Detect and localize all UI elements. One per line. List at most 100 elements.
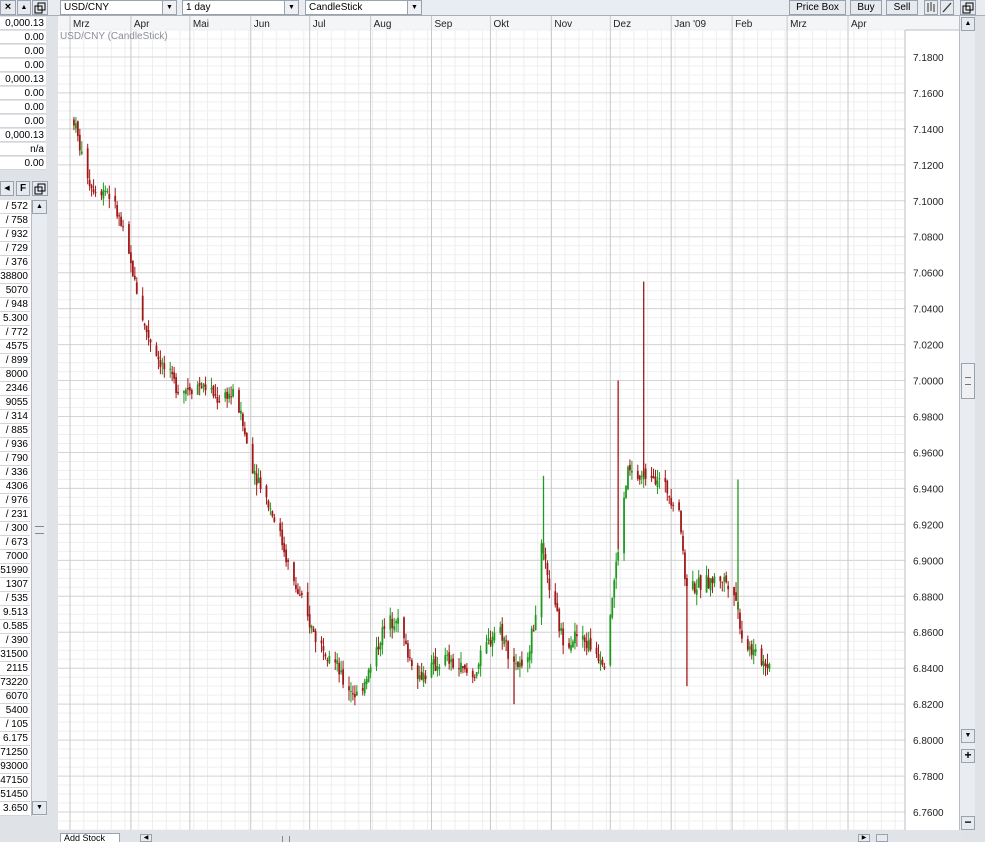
watchlist-row[interactable]: 3.650 xyxy=(0,802,30,816)
candle-body-up xyxy=(695,589,698,595)
watchlist-row[interactable]: / 885 xyxy=(0,424,30,438)
watchlist-row[interactable]: 71250 xyxy=(0,746,30,760)
candle-body-up xyxy=(375,647,378,667)
scroll-end-icon[interactable] xyxy=(876,834,888,842)
sell-button[interactable]: Sell xyxy=(886,0,918,15)
scroll-left-icon[interactable]: ◀ xyxy=(140,834,152,842)
watchlist-row[interactable]: 38800 xyxy=(0,270,30,284)
candle-body-down xyxy=(241,413,244,427)
watchlist-row[interactable]: / 300 xyxy=(0,522,30,536)
restore-window-icon[interactable] xyxy=(960,0,976,15)
add-stock-tab[interactable]: Add Stock xyxy=(60,833,120,842)
restore-window-icon[interactable] xyxy=(32,0,48,15)
watchlist-row[interactable]: 31500 xyxy=(0,648,30,662)
watchlist-row[interactable]: 9055 xyxy=(0,396,30,410)
interval-select[interactable]: 1 day ▼ xyxy=(182,0,299,15)
candle-body-down xyxy=(214,394,217,396)
scroll-left-icon[interactable]: ◀ xyxy=(0,181,14,196)
candle-body-down xyxy=(297,589,299,595)
candle-body-up xyxy=(491,636,494,647)
watchlist-row[interactable]: 93000 xyxy=(0,760,30,774)
candle-body-up xyxy=(503,637,506,645)
watchlist-row[interactable]: 5.300 xyxy=(0,312,30,326)
watchlist-row[interactable]: / 758 xyxy=(0,214,30,228)
candle-body-down xyxy=(434,656,437,671)
candle-body-down xyxy=(118,215,121,217)
candle-body-down xyxy=(216,396,219,403)
candle-body-down xyxy=(73,119,75,126)
watchlist-row[interactable]: 2115 xyxy=(0,662,30,676)
watchlist-row[interactable]: 51990 xyxy=(0,564,30,578)
watchlist-scrollbar[interactable]: ▲ ▼ xyxy=(31,200,47,816)
scroll-grip-icon[interactable] xyxy=(282,836,290,842)
scroll-up-icon[interactable]: ▲ xyxy=(961,17,975,31)
chart-type-select[interactable]: CandleStick ▼ xyxy=(305,0,422,15)
watchlist-row[interactable]: / 105 xyxy=(0,718,30,732)
zoom-out-icon[interactable]: − xyxy=(961,816,975,830)
watchlist-row[interactable]: / 899 xyxy=(0,354,30,368)
scroll-right-icon[interactable]: ▶ xyxy=(858,834,870,842)
symbol-select[interactable]: USD/CNY ▼ xyxy=(60,0,177,15)
watchlist-row[interactable]: 9.513 xyxy=(0,606,30,620)
restore-window-icon[interactable] xyxy=(32,181,48,196)
price-box-button[interactable]: Price Box xyxy=(789,0,846,15)
scroll-up-icon[interactable]: ▲ xyxy=(32,200,47,214)
chart-horizontal-scrollbar[interactable]: Add Stock ◀ ▶ xyxy=(58,830,963,842)
candle-body-up xyxy=(232,388,234,397)
watchlist-row[interactable]: 6.175 xyxy=(0,732,30,746)
watchlist-row[interactable]: 4306 xyxy=(0,480,30,494)
close-icon[interactable]: × xyxy=(0,0,16,15)
watchlist-row[interactable]: / 772 xyxy=(0,326,30,340)
candle-body-down xyxy=(575,634,578,637)
draw-line-icon[interactable] xyxy=(940,0,954,15)
watchlist-row[interactable]: / 314 xyxy=(0,410,30,424)
watchlist-row[interactable]: / 376 xyxy=(0,256,30,270)
candle-body-down xyxy=(163,363,166,370)
watchlist-row[interactable]: 5070 xyxy=(0,284,30,298)
chart-area[interactable]: 7.1800 7.1600 7.1400 7.1200 7.1000 7.0800 7.06… xyxy=(58,16,963,831)
watchlist-row[interactable]: 8000 xyxy=(0,368,30,382)
watchlist-row[interactable]: 2346 xyxy=(0,382,30,396)
watchlist-row[interactable]: / 976 xyxy=(0,494,30,508)
watchlist-row[interactable]: 1307 xyxy=(0,578,30,592)
watchlist-row[interactable]: 4575 xyxy=(0,340,30,354)
watchlist-row[interactable]: / 932 xyxy=(0,228,30,242)
watchlist-row[interactable]: / 948 xyxy=(0,298,30,312)
watchlist-row[interactable]: 0.585 xyxy=(0,620,30,634)
candlestick-chart[interactable]: 7.18007.16007.14007.12007.10007.08007.06… xyxy=(58,16,963,831)
candle-body-down xyxy=(680,510,682,533)
candle-body-up xyxy=(658,478,661,480)
watchlist-row[interactable]: / 231 xyxy=(0,508,30,522)
watchlist-row[interactable]: / 936 xyxy=(0,438,30,452)
buy-button[interactable]: Buy xyxy=(850,0,882,15)
watchlist-row[interactable]: 51450 xyxy=(0,788,30,802)
candle-body-up xyxy=(228,393,231,399)
candle-body-down xyxy=(295,584,297,590)
scroll-grip-icon[interactable] xyxy=(35,526,44,534)
candle-body-down xyxy=(725,575,728,583)
watchlist-row[interactable]: / 336 xyxy=(0,466,30,480)
watchlist-f-button[interactable]: F xyxy=(16,181,30,196)
scroll-up-icon[interactable]: ▲ xyxy=(17,0,31,15)
watchlist-row[interactable]: / 790 xyxy=(0,452,30,466)
watchlist-row[interactable]: / 673 xyxy=(0,536,30,550)
scroll-thumb[interactable] xyxy=(961,363,975,399)
scroll-down-icon[interactable]: ▼ xyxy=(32,801,47,815)
bar-style-icon[interactable] xyxy=(924,0,938,15)
watchlist-row[interactable]: 73220 xyxy=(0,676,30,690)
watchlist-row[interactable]: / 729 xyxy=(0,242,30,256)
watchlist-row[interactable]: / 390 xyxy=(0,634,30,648)
candle-body-down xyxy=(699,575,702,590)
watchlist-row[interactable]: / 572 xyxy=(0,200,30,214)
chevron-down-icon: ▼ xyxy=(284,1,298,14)
scroll-down-icon[interactable]: ▼ xyxy=(961,729,975,743)
zoom-in-icon[interactable]: + xyxy=(961,749,975,763)
watchlist-row[interactable]: / 535 xyxy=(0,592,30,606)
watchlist-row[interactable]: 5400 xyxy=(0,704,30,718)
candle-body-down xyxy=(283,543,286,553)
watchlist-row[interactable]: 6070 xyxy=(0,690,30,704)
x-month-label: Jan '09 xyxy=(674,19,706,30)
watchlist-row[interactable]: 47150 xyxy=(0,774,30,788)
watchlist-row[interactable]: 7000 xyxy=(0,550,30,564)
chart-vertical-scrollbar[interactable]: ▲ ▼ + − xyxy=(959,16,975,830)
